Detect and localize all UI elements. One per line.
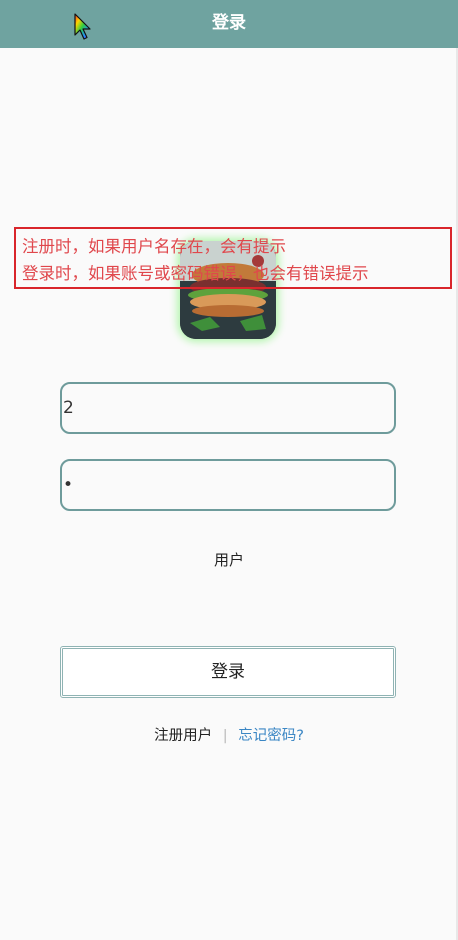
forgot-password-link[interactable]: 忘记密码? [238, 728, 304, 744]
username-input[interactable]: 2 [60, 382, 396, 434]
annotation-line-1: 注册时，如果用户名存在，会有提示 [22, 237, 286, 256]
password-input[interactable]: • [60, 459, 396, 511]
auth-links: 注册用户 | 忘记密码? [0, 724, 458, 745]
error-hint-annotation: 注册时，如果用户名存在，会有提示 登录时，如果账号或密码错误，也会有错误提示 [14, 227, 452, 289]
link-separator: | [222, 728, 228, 744]
page-title: 登录 [212, 13, 246, 33]
annotation-line-2: 登录时，如果账号或密码错误，也会有错误提示 [22, 264, 369, 283]
top-bar: 登录 [0, 0, 458, 48]
rainbow-arrow-cursor-icon [74, 13, 91, 40]
register-link[interactable]: 注册用户 [154, 728, 212, 744]
login-page: 登录 注册时，如果用户名存在，会有提示 登录时，如果账号或密码错误，也会有错误提… [0, 0, 458, 940]
login-button[interactable]: 登录 [60, 646, 396, 698]
role-selector-user[interactable]: 用户 [0, 549, 458, 570]
